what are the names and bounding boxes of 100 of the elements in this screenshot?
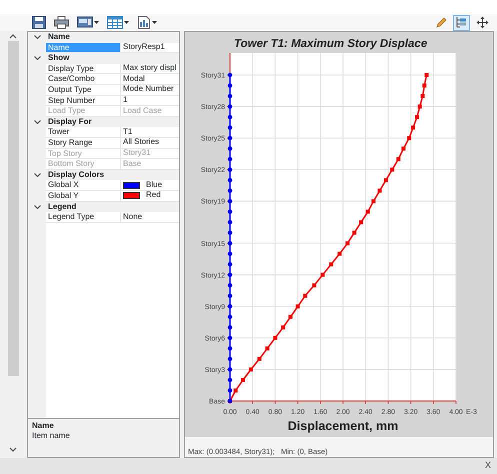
data-point (228, 83, 232, 88)
property-label[interactable]: Case/Combo (46, 74, 121, 85)
data-point (228, 125, 232, 130)
data-point (228, 94, 232, 98)
printer-button[interactable] (52, 14, 71, 30)
data-point (320, 272, 325, 277)
property-value[interactable]: 1 (121, 96, 179, 106)
data-point (228, 283, 232, 288)
data-point (228, 156, 232, 162)
data-point (281, 325, 286, 330)
data-point (424, 73, 429, 77)
data-point (265, 346, 270, 350)
data-point (228, 104, 232, 109)
property-value[interactable]: Red (146, 190, 161, 201)
data-point (372, 199, 376, 204)
data-point (228, 304, 232, 309)
property-label[interactable]: Legend Type (46, 212, 121, 223)
caret-icon[interactable] (124, 21, 129, 24)
axis-title: Displacement, mm (288, 419, 398, 433)
scrollbar-thumb[interactable] (8, 41, 19, 376)
description-title: Name (32, 421, 55, 431)
property-value[interactable]: Modal (121, 74, 179, 85)
property-label[interactable]: Tower (46, 127, 121, 138)
property-label[interactable]: Output Type (46, 84, 121, 96)
data-point (228, 294, 232, 298)
property-value[interactable]: Mode Number (121, 84, 179, 96)
data-point (352, 230, 356, 235)
data-point (390, 168, 394, 172)
data-point (329, 262, 334, 266)
data-point (228, 136, 232, 140)
data-point (415, 115, 420, 120)
data-point (411, 126, 416, 130)
data-point (378, 188, 382, 193)
chart-title: Tower T1: Maximum Story Displace (234, 38, 428, 50)
data-point (228, 367, 232, 372)
data-point (366, 210, 370, 214)
data-point (359, 220, 364, 224)
category-header[interactable]: Display For (46, 116, 179, 128)
data-point (228, 272, 232, 277)
property-value[interactable]: T1 (121, 127, 179, 138)
category-header[interactable]: Display Colors (46, 170, 179, 180)
data-point (228, 72, 232, 78)
property-label[interactable]: Global X (46, 180, 121, 191)
data-point (288, 314, 292, 319)
data-point (396, 157, 400, 162)
chevron-icon[interactable] (34, 56, 40, 60)
data-point (228, 178, 232, 182)
property-label[interactable]: Step Number (46, 96, 121, 106)
document-button[interactable] (135, 14, 159, 30)
chevron-down-icon[interactable] (9, 446, 17, 452)
data-point (228, 199, 232, 204)
data-point (228, 262, 232, 266)
data-point (418, 104, 422, 109)
chevron-icon[interactable] (34, 204, 40, 209)
data-point (228, 114, 232, 120)
data-point (401, 146, 406, 151)
data-point (228, 220, 232, 224)
description-text: Item name (32, 431, 71, 441)
data-point (384, 178, 388, 182)
data-point (420, 94, 425, 98)
data-point (228, 378, 232, 382)
tree-view-button[interactable] (453, 14, 470, 30)
table-button[interactable] (105, 14, 131, 30)
data-point (228, 398, 232, 404)
move-button[interactable] (474, 14, 491, 30)
data-point (241, 378, 245, 382)
property-value[interactable]: All Stories (121, 138, 179, 149)
data-point (312, 283, 316, 288)
data-point (228, 188, 232, 193)
data-point (228, 210, 232, 214)
chevron-icon[interactable] (34, 35, 40, 40)
property-value[interactable]: Blue (146, 180, 162, 190)
property-value[interactable]: None (121, 212, 179, 223)
chevron-icon[interactable] (34, 173, 40, 178)
data-point (248, 367, 253, 372)
data-point (228, 252, 232, 256)
data-point (346, 241, 350, 246)
property-label[interactable]: Display Type (46, 64, 121, 74)
save-button[interactable] (30, 14, 48, 30)
data-point (228, 146, 232, 151)
data-point (228, 336, 232, 340)
data-point (338, 252, 342, 256)
data-point (228, 314, 232, 320)
data-point (407, 136, 412, 140)
property-value[interactable]: Max story displ (121, 64, 179, 74)
property-label[interactable]: Story Range (46, 138, 121, 149)
data-point (228, 230, 232, 235)
data-point (228, 346, 232, 351)
chevron-icon[interactable] (34, 120, 40, 124)
caret-icon[interactable] (94, 21, 99, 24)
data-point (228, 356, 232, 362)
category-header[interactable]: Legend (46, 202, 179, 212)
chevron-up-icon[interactable] (9, 34, 17, 38)
monitor-button[interactable] (75, 14, 101, 30)
close-button[interactable]: X (484, 459, 491, 473)
caret-icon[interactable] (152, 21, 157, 24)
data-point (228, 167, 232, 172)
data-point (296, 304, 300, 308)
category-header[interactable]: Show (46, 53, 179, 64)
category-header[interactable]: Name (46, 32, 179, 43)
